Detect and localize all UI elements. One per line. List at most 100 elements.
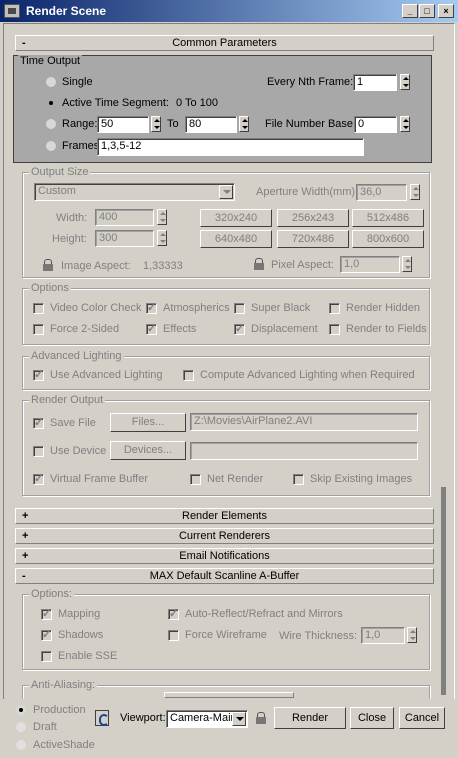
draft-radio[interactable] bbox=[16, 722, 26, 732]
range-label: Range: bbox=[62, 118, 98, 130]
height-spinner[interactable] bbox=[157, 230, 167, 246]
pixel-aspect-lock-icon[interactable] bbox=[252, 257, 266, 271]
aperture-width-spinner[interactable] bbox=[410, 184, 420, 200]
frames-radio[interactable] bbox=[46, 141, 56, 151]
viewport-dropdown[interactable]: Camera-Main bbox=[166, 710, 248, 728]
production-label: Production bbox=[33, 704, 86, 716]
wire-thickness-label: Wire Thickness: bbox=[279, 630, 358, 642]
activeshade-label: ActiveShade bbox=[33, 739, 95, 751]
wire-thickness-spinner[interactable] bbox=[407, 627, 417, 643]
rollout-toggle-sign: + bbox=[22, 550, 29, 562]
anti-aliasing-filter-dropdown[interactable] bbox=[164, 692, 294, 698]
wire-thickness-input[interactable]: 1,0 bbox=[361, 627, 405, 644]
render-hidden-checkbox[interactable] bbox=[329, 303, 340, 314]
device-name-field bbox=[190, 442, 418, 460]
image-aspect-label: Image Aspect: bbox=[61, 260, 131, 272]
pixel-aspect-spinner[interactable] bbox=[402, 256, 412, 272]
preset-720x486-button[interactable]: 720x486 bbox=[277, 230, 349, 248]
minimize-button[interactable]: _ bbox=[402, 4, 418, 18]
video-color-check-checkbox[interactable] bbox=[33, 303, 44, 314]
rollout-current-renderers[interactable]: + Current Renderers bbox=[15, 528, 434, 544]
super-black-checkbox[interactable] bbox=[234, 303, 245, 314]
title-bar[interactable]: Render Scene _ □ × bbox=[0, 0, 458, 22]
force-wireframe-checkbox[interactable] bbox=[168, 630, 179, 641]
rollout-label: Common Parameters bbox=[172, 37, 277, 49]
range-to-input[interactable]: 80 bbox=[185, 116, 237, 133]
preset-512x486-button[interactable]: 512x486 bbox=[352, 209, 424, 227]
file-number-base-spinner[interactable] bbox=[400, 116, 410, 132]
render-button[interactable]: Render bbox=[274, 707, 346, 729]
files-button[interactable]: Files... bbox=[110, 413, 186, 432]
effects-checkbox[interactable] bbox=[146, 322, 157, 335]
output-size-preset-dropdown[interactable]: Custom bbox=[34, 183, 235, 201]
rollout-render-elements[interactable]: + Render Elements bbox=[15, 508, 434, 524]
displacement-checkbox[interactable] bbox=[234, 322, 245, 335]
cycle-render-type-icon[interactable] bbox=[95, 710, 109, 726]
image-aspect-lock-icon[interactable] bbox=[41, 258, 55, 272]
shadows-label: Shadows bbox=[58, 629, 104, 641]
aperture-width-input[interactable]: 36,0 bbox=[356, 184, 407, 201]
range-from-spinner[interactable] bbox=[151, 116, 161, 132]
every-nth-frame-spinner[interactable] bbox=[400, 74, 410, 90]
render-to-fields-label: Render to Fields bbox=[346, 323, 427, 335]
maximize-button[interactable]: □ bbox=[419, 4, 435, 18]
cancel-button[interactable]: Cancel bbox=[399, 707, 445, 729]
rollout-toggle-sign: + bbox=[22, 510, 29, 522]
preset-256x243-button[interactable]: 256x243 bbox=[277, 209, 349, 227]
viewport-lock-icon[interactable] bbox=[254, 711, 268, 725]
range-to-spinner[interactable] bbox=[239, 116, 249, 132]
shadows-checkbox[interactable] bbox=[41, 628, 52, 641]
rollout-email-notifications[interactable]: + Email Notifications bbox=[15, 548, 434, 564]
auto-reflect-label: Auto-Reflect/Refract and Mirrors bbox=[185, 608, 343, 620]
use-device-checkbox[interactable] bbox=[33, 446, 44, 457]
single-radio[interactable] bbox=[46, 77, 56, 87]
draft-label: Draft bbox=[33, 721, 57, 733]
force-2-sided-checkbox[interactable] bbox=[33, 324, 44, 335]
net-render-checkbox[interactable] bbox=[190, 474, 201, 485]
frames-input[interactable]: 1,3,5-12 bbox=[97, 138, 364, 156]
preset-640x480-button[interactable]: 640x480 bbox=[200, 230, 272, 248]
activeshade-radio[interactable] bbox=[16, 740, 26, 750]
range-from-input[interactable]: 50 bbox=[97, 116, 149, 133]
scrollbar-thumb[interactable] bbox=[441, 487, 446, 695]
every-nth-frame-label: Every Nth Frame: bbox=[267, 76, 354, 88]
compute-advanced-lighting-checkbox[interactable] bbox=[183, 370, 194, 381]
range-radio[interactable] bbox=[46, 119, 56, 129]
use-advanced-lighting-checkbox[interactable] bbox=[33, 368, 44, 381]
viewport-label: Viewport: bbox=[120, 712, 166, 724]
file-number-base-input[interactable]: 0 bbox=[354, 116, 397, 133]
rollout-scanline-a-buffer[interactable]: - MAX Default Scanline A-Buffer bbox=[15, 568, 434, 584]
active-time-segment-label: Active Time Segment: bbox=[62, 97, 169, 109]
preset-800x600-button[interactable]: 800x600 bbox=[352, 230, 424, 248]
width-input[interactable]: 400 bbox=[95, 209, 154, 226]
devices-button[interactable]: Devices... bbox=[110, 441, 186, 460]
every-nth-frame-input[interactable]: 1 bbox=[353, 74, 397, 91]
preset-320x240-button[interactable]: 320x240 bbox=[200, 209, 272, 227]
auto-reflect-checkbox[interactable] bbox=[168, 607, 179, 620]
use-advanced-lighting-label: Use Advanced Lighting bbox=[50, 369, 163, 381]
virtual-frame-buffer-checkbox[interactable] bbox=[33, 472, 44, 485]
atmospherics-checkbox[interactable] bbox=[146, 301, 157, 314]
mapping-checkbox[interactable] bbox=[41, 607, 52, 620]
render-output-title: Render Output bbox=[29, 394, 106, 406]
width-spinner[interactable] bbox=[157, 209, 167, 225]
output-file-path: Z:\Movies\AirPlane2.AVI bbox=[190, 413, 418, 431]
height-label: Height: bbox=[52, 233, 87, 245]
anti-aliasing-title: Anti-Aliasing: bbox=[29, 679, 98, 691]
time-output-title: Time Output bbox=[18, 55, 83, 68]
production-radio[interactable] bbox=[16, 705, 26, 715]
pixel-aspect-input[interactable]: 1,0 bbox=[340, 256, 400, 273]
close-button[interactable]: × bbox=[438, 4, 454, 18]
close-dialog-button[interactable]: Close bbox=[350, 707, 394, 729]
render-to-fields-checkbox[interactable] bbox=[329, 324, 340, 335]
atmospherics-label: Atmospherics bbox=[163, 302, 230, 314]
frames-label: Frames bbox=[62, 140, 100, 152]
enable-sse-checkbox[interactable] bbox=[41, 651, 52, 662]
skip-existing-images-checkbox[interactable] bbox=[293, 474, 304, 485]
height-input[interactable]: 300 bbox=[95, 230, 154, 247]
active-time-segment-radio[interactable] bbox=[46, 98, 56, 108]
super-black-label: Super Black bbox=[251, 302, 311, 314]
rollout-common-parameters[interactable]: - Common Parameters bbox=[15, 35, 434, 51]
rollout-toggle-sign: - bbox=[22, 37, 26, 49]
save-file-checkbox[interactable] bbox=[33, 416, 44, 429]
